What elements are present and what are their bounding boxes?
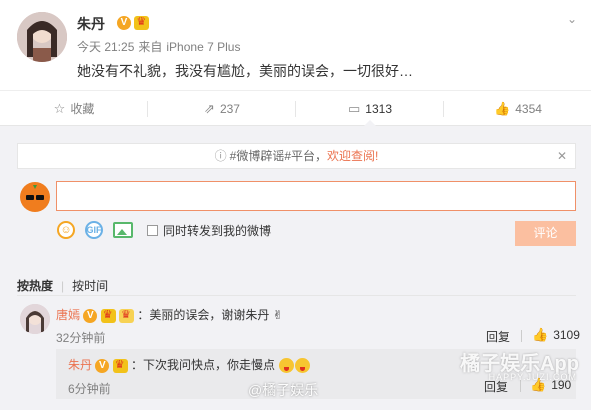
comment-like-button[interactable]: 👍 3109 (532, 327, 580, 343)
info-icon: ⓘ (214, 149, 227, 163)
vip-crown-icon (112, 358, 128, 373)
chevron-down-icon[interactable]: ⌄ (567, 12, 577, 26)
post-action-bar: ☆ 收藏 ⇗ 237 ▭ 1313 👍 4354 (0, 90, 591, 127)
verified-v-icon: V (83, 308, 98, 323)
share-icon: ⇗ (204, 100, 215, 116)
author-badges: V (117, 15, 150, 30)
vip-crown-icon (134, 15, 150, 30)
comment-body: 唐嫣 V ：美丽的误会，谢谢朱丹 ✌ (56, 306, 283, 323)
notice-link[interactable]: 欢迎查阅! (327, 149, 378, 163)
author-avatar[interactable] (17, 12, 67, 62)
peace-hand-icon: ✌ (272, 308, 283, 322)
watermark-weibo: @橘子娱乐 (248, 382, 319, 398)
post-text: 她没有不礼貌，我没有尴尬，美丽的误会，一切很好… (77, 63, 413, 79)
like-button[interactable]: 👍 4354 (444, 91, 591, 126)
comment-avatar[interactable] (20, 304, 50, 334)
gif-icon[interactable]: GIF (85, 221, 103, 239)
reply-time: 6分钟前 (68, 382, 111, 396)
reply-button[interactable]: 回复 (486, 328, 510, 345)
comment-text: ：美丽的误会，谢谢朱丹 (137, 308, 270, 322)
submit-comment-button[interactable]: 评论 (515, 221, 576, 246)
like-icon: 👍 (532, 327, 549, 342)
reply-text: ：下次我问快点，你走慢点 (131, 358, 276, 372)
share-count: 237 (219, 101, 240, 116)
sub-reply-body: 朱丹 V ：下次我问快点，你走慢点 (68, 356, 311, 374)
comment-button[interactable]: ▭ 1313 (296, 91, 444, 127)
like-icon: 👍 (494, 100, 511, 116)
tongue-emoji-icon (279, 358, 295, 374)
vip-crown-icon (100, 308, 116, 323)
my-avatar[interactable] (20, 182, 50, 212)
post-time[interactable]: 今天 21:25 (77, 40, 134, 54)
verified-v-icon: V (95, 358, 110, 373)
comment-username[interactable]: 唐嫣 (56, 308, 80, 322)
post-meta: 今天 21:25 来自 iPhone 7 Plus (77, 38, 244, 55)
comment-time: 32分钟前 (56, 331, 106, 345)
comment-panel: ⓘ #微博辟谣#平台，欢迎查阅! ✕ ☺ GIF 同时转发到我的微博 评论 按热度… (0, 126, 591, 410)
verified-v-icon: V (117, 15, 131, 30)
comment-like-count: 3109 (553, 328, 580, 342)
rumor-notice-bar: ⓘ #微博辟谣#平台，欢迎查阅! ✕ (17, 143, 576, 169)
sort-by-hot[interactable]: 按热度 (17, 279, 53, 293)
emoji-icon[interactable]: ☺ (57, 221, 75, 239)
reply-username[interactable]: 朱丹 (68, 358, 92, 372)
divider (17, 295, 576, 296)
weibo-post: 朱丹 V ⌄ 今天 21:25 来自iPhone 7 Plus 她没有不礼貌，我没… (0, 0, 591, 90)
forward-checkbox[interactable] (147, 224, 158, 236)
sort-by-time[interactable]: 按时间 (72, 279, 108, 293)
watermark-url: HAPPY.JUZI.COM (488, 372, 577, 382)
image-icon[interactable] (113, 222, 133, 238)
like-count: 4354 (515, 101, 542, 116)
close-icon[interactable]: ✕ (557, 144, 567, 168)
comment-input[interactable] (56, 181, 576, 211)
notice-text[interactable]: #微博辟谣#平台， (230, 149, 327, 163)
post-source[interactable]: iPhone 7 Plus (166, 40, 240, 54)
star-icon: ☆ (53, 100, 66, 116)
forward-label: 同时转发到我的微博 (163, 223, 272, 238)
source-prefix: 来自 (138, 40, 163, 54)
comment-toolbar: ☺ GIF 同时转发到我的微博 (57, 219, 271, 241)
comment-icon: ▭ (348, 100, 361, 116)
share-button[interactable]: ⇗ 237 (148, 91, 296, 126)
author-name[interactable]: 朱丹 (77, 14, 105, 34)
favorite-button[interactable]: ☆ 收藏 (0, 91, 148, 126)
favorite-label: 收藏 (70, 102, 95, 116)
comment-count: 1313 (365, 101, 392, 116)
tongue-emoji-icon (295, 358, 311, 374)
sort-bar: 按热度 | 按时间 (17, 279, 109, 293)
medal-icon (119, 308, 135, 323)
